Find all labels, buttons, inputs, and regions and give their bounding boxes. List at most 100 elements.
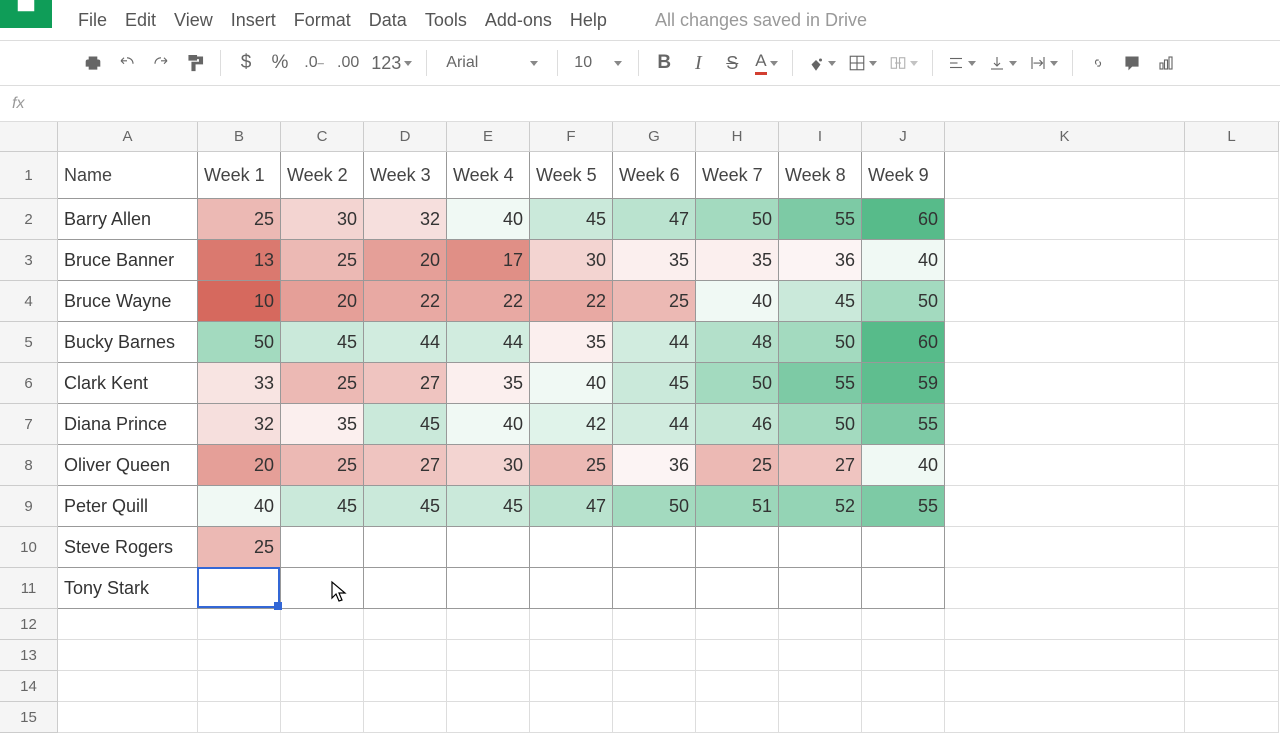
column-header-A[interactable]: A [58, 122, 198, 152]
cell-value[interactable]: 55 [862, 404, 945, 445]
cell-value[interactable]: 44 [447, 322, 530, 363]
cell-value[interactable]: 45 [530, 199, 613, 240]
cell-empty[interactable] [281, 640, 364, 671]
cell-value[interactable]: 30 [530, 240, 613, 281]
cell-value[interactable]: 25 [530, 445, 613, 486]
menu-view[interactable]: View [174, 10, 213, 31]
cell-value[interactable] [447, 568, 530, 609]
cell-empty[interactable] [1185, 404, 1279, 445]
column-header-L[interactable]: L [1185, 122, 1279, 152]
cell-value[interactable] [364, 568, 447, 609]
cell-value[interactable] [696, 568, 779, 609]
text-color-button[interactable]: A [751, 48, 781, 78]
cell-value[interactable] [779, 568, 862, 609]
cell-value[interactable] [696, 527, 779, 568]
paint-format-button[interactable] [180, 48, 210, 78]
cell-value[interactable]: 52 [779, 486, 862, 527]
cell-value[interactable]: 44 [364, 322, 447, 363]
menu-format[interactable]: Format [294, 10, 351, 31]
row-header-4[interactable]: 4 [0, 281, 58, 322]
vertical-align-button[interactable] [984, 48, 1021, 78]
cell-value[interactable]: 25 [281, 363, 364, 404]
cell-name[interactable]: Bruce Banner [58, 240, 198, 281]
menu-addons[interactable]: Add-ons [485, 10, 552, 31]
row-header-8[interactable]: 8 [0, 445, 58, 486]
cell-empty[interactable] [447, 671, 530, 702]
document-title[interactable]: Student Progress [60, 0, 245, 2]
cell-value[interactable]: 27 [779, 445, 862, 486]
cell-empty[interactable] [945, 152, 1185, 199]
cell-value[interactable]: 40 [530, 363, 613, 404]
cell-empty[interactable] [1185, 568, 1279, 609]
cell-empty[interactable] [945, 404, 1185, 445]
cell-value[interactable] [530, 568, 613, 609]
column-header-B[interactable]: B [198, 122, 281, 152]
header-week-9[interactable]: Week 9 [862, 152, 945, 199]
cell-empty[interactable] [779, 640, 862, 671]
cell-empty[interactable] [1185, 609, 1279, 640]
menu-edit[interactable]: Edit [125, 10, 156, 31]
cell-empty[interactable] [281, 671, 364, 702]
cell-value[interactable]: 40 [447, 404, 530, 445]
cell-value[interactable]: 59 [862, 363, 945, 404]
cell-empty[interactable] [1185, 486, 1279, 527]
cell-empty[interactable] [530, 702, 613, 733]
cell-value[interactable]: 35 [447, 363, 530, 404]
cell-value[interactable]: 25 [198, 199, 281, 240]
cell-empty[interactable] [1185, 671, 1279, 702]
cell-value[interactable]: 45 [364, 486, 447, 527]
cell-empty[interactable] [1185, 445, 1279, 486]
cell-empty[interactable] [58, 640, 198, 671]
cell-empty[interactable] [58, 609, 198, 640]
app-logo[interactable] [0, 0, 52, 28]
cell-value[interactable]: 45 [779, 281, 862, 322]
menu-file[interactable]: File [78, 10, 107, 31]
cell-empty[interactable] [613, 671, 696, 702]
cell-name[interactable]: Tony Stark [58, 568, 198, 609]
cell-empty[interactable] [198, 702, 281, 733]
row-header-12[interactable]: 12 [0, 609, 58, 640]
row-header-2[interactable]: 2 [0, 199, 58, 240]
column-header-G[interactable]: G [613, 122, 696, 152]
cell-empty[interactable] [1185, 281, 1279, 322]
cell-name[interactable]: Clark Kent [58, 363, 198, 404]
cell-empty[interactable] [945, 199, 1185, 240]
cell-name[interactable]: Diana Prince [58, 404, 198, 445]
header-week-8[interactable]: Week 8 [779, 152, 862, 199]
cell-empty[interactable] [364, 702, 447, 733]
cell-value[interactable]: 32 [198, 404, 281, 445]
cell-value[interactable]: 50 [198, 322, 281, 363]
cell-value[interactable]: 44 [613, 322, 696, 363]
undo-button[interactable] [112, 48, 142, 78]
cell-empty[interactable] [945, 609, 1185, 640]
row-header-14[interactable]: 14 [0, 671, 58, 702]
header-week-7[interactable]: Week 7 [696, 152, 779, 199]
menu-tools[interactable]: Tools [425, 10, 467, 31]
cell-empty[interactable] [447, 609, 530, 640]
cell-empty[interactable] [779, 702, 862, 733]
cell-value[interactable]: 40 [862, 445, 945, 486]
cell-empty[interactable] [862, 640, 945, 671]
cell-value[interactable] [281, 527, 364, 568]
number-format-button[interactable]: 123 [367, 48, 416, 78]
cell-empty[interactable] [613, 702, 696, 733]
horizontal-align-button[interactable] [943, 48, 980, 78]
cell-value[interactable]: 60 [862, 322, 945, 363]
cell-empty[interactable] [58, 702, 198, 733]
cell-value[interactable]: 48 [696, 322, 779, 363]
cell-empty[interactable] [530, 640, 613, 671]
cell-value[interactable]: 46 [696, 404, 779, 445]
cell-value[interactable]: 40 [198, 486, 281, 527]
cell-value[interactable] [779, 527, 862, 568]
cell-value[interactable]: 25 [198, 527, 281, 568]
menu-data[interactable]: Data [369, 10, 407, 31]
cell-empty[interactable] [862, 671, 945, 702]
cell-empty[interactable] [696, 671, 779, 702]
column-header-K[interactable]: K [945, 122, 1185, 152]
cell-empty[interactable] [447, 640, 530, 671]
cell-empty[interactable] [779, 671, 862, 702]
fill-color-button[interactable] [803, 48, 840, 78]
cell-value[interactable]: 50 [862, 281, 945, 322]
header-week-3[interactable]: Week 3 [364, 152, 447, 199]
cell-empty[interactable] [862, 702, 945, 733]
